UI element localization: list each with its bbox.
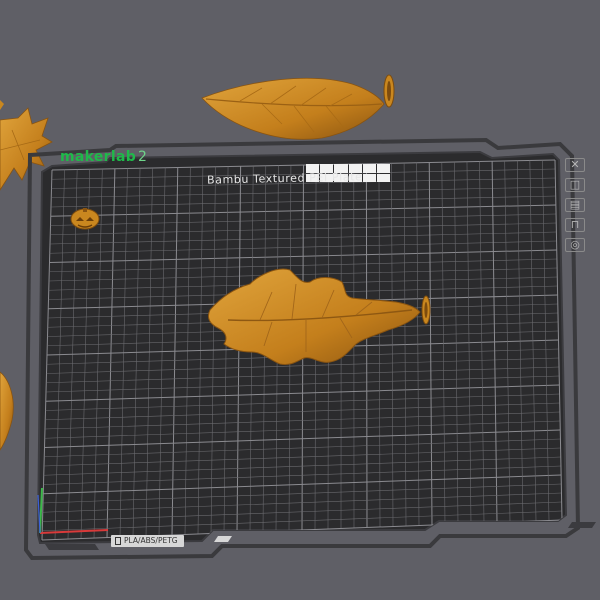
small-leaf-model[interactable] — [0, 100, 4, 110]
layers-icon[interactable]: ▤ — [565, 198, 585, 212]
brand-name: makerlab — [60, 149, 137, 165]
close-icon[interactable]: ✕ — [565, 158, 585, 172]
filament-type-label: PLA/ABS/PETG — [111, 535, 184, 547]
nozzle-icon — [115, 537, 121, 545]
camera-icon[interactable]: ◫ — [565, 178, 585, 192]
makerlab-logo: makerlab 2 — [60, 149, 147, 165]
elongated-leaf-model[interactable] — [201, 74, 395, 140]
partial-leaf-model[interactable] — [0, 371, 14, 451]
filament-type-text: PLA/ABS/PETG — [124, 536, 178, 545]
3d-viewport[interactable] — [0, 0, 600, 600]
lock-icon[interactable]: ⊓ — [565, 218, 585, 232]
brand-version: 2 — [138, 149, 148, 165]
settings-icon[interactable]: ◎ — [565, 238, 585, 252]
